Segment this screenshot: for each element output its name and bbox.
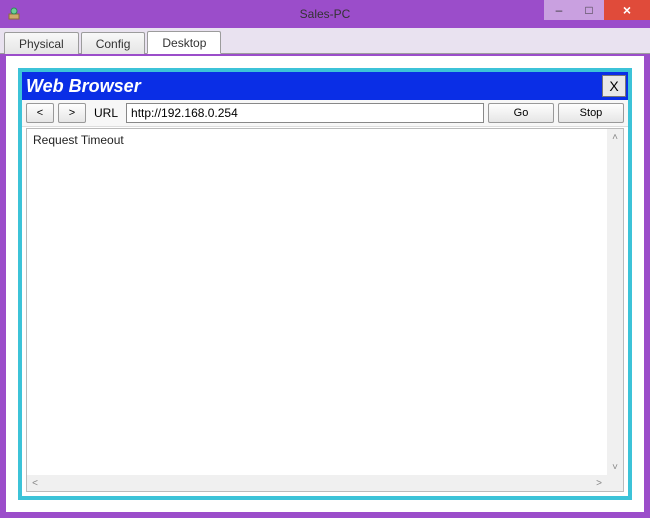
scroll-up-icon[interactable]: ˄	[607, 129, 623, 145]
url-label: URL	[90, 106, 122, 120]
browser-toolbar: < > URL Go Stop	[22, 100, 628, 127]
maximize-button[interactable]: □	[574, 0, 604, 20]
back-button[interactable]: <	[26, 103, 54, 123]
scroll-left-icon[interactable]: ˂	[27, 475, 43, 491]
horizontal-scrollbar[interactable]: ˂ ˃	[27, 475, 607, 491]
app-window: Sales-PC – □ × Physical Config Desktop W…	[0, 0, 650, 518]
tab-row: Physical Config Desktop	[0, 28, 650, 54]
titlebar: Sales-PC – □ ×	[0, 0, 650, 28]
tab-config[interactable]: Config	[81, 32, 146, 54]
forward-button[interactable]: >	[58, 103, 86, 123]
window-controls: – □ ×	[544, 0, 650, 20]
vertical-scrollbar[interactable]: ˄ ˅	[607, 129, 623, 475]
close-window-button[interactable]: ×	[604, 0, 650, 20]
page-body: Request Timeout	[27, 129, 607, 475]
scroll-down-icon[interactable]: ˅	[607, 459, 623, 475]
client-area: Web Browser X < > URL Go Stop Request Ti…	[6, 56, 644, 512]
tab-physical[interactable]: Physical	[4, 32, 79, 54]
browser-viewport: Request Timeout ˄ ˅ ˂ ˃	[26, 128, 624, 492]
browser-close-button[interactable]: X	[602, 75, 626, 97]
app-icon	[6, 6, 22, 22]
go-button[interactable]: Go	[488, 103, 554, 123]
scroll-corner	[607, 475, 623, 491]
desktop-app-frame: Web Browser X < > URL Go Stop Request Ti…	[18, 68, 632, 500]
minimize-button[interactable]: –	[544, 0, 574, 20]
stop-button[interactable]: Stop	[558, 103, 624, 123]
browser-title: Web Browser	[26, 76, 141, 97]
url-input[interactable]	[126, 103, 484, 123]
browser-titlebar: Web Browser X	[22, 72, 628, 100]
tab-desktop[interactable]: Desktop	[147, 31, 221, 54]
scroll-right-icon[interactable]: ˃	[591, 475, 607, 491]
